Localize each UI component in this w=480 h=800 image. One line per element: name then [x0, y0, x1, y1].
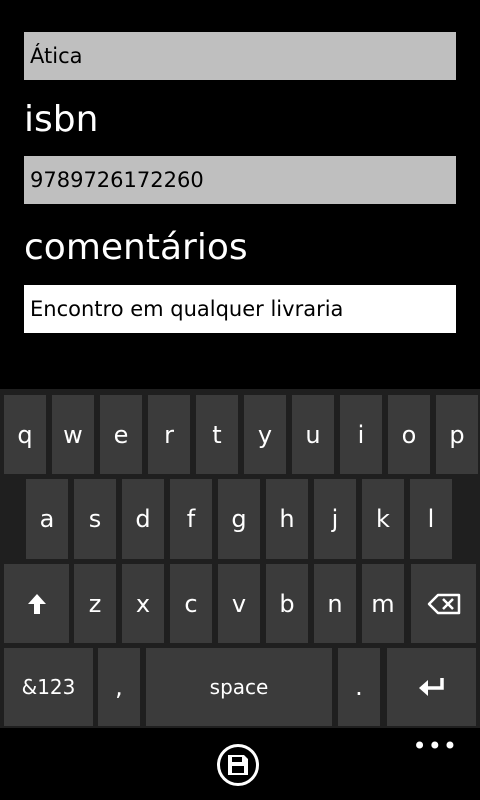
key-z[interactable]: z [74, 564, 116, 643]
key-l[interactable]: l [410, 479, 452, 559]
space-key[interactable]: space [146, 648, 332, 726]
save-disk-icon [228, 755, 248, 775]
comma-key[interactable]: , [98, 648, 140, 726]
key-i[interactable]: i [340, 395, 382, 474]
key-p[interactable]: p [436, 395, 478, 474]
key-r[interactable]: r [148, 395, 190, 474]
publisher-field[interactable]: Ática [24, 32, 456, 80]
key-e[interactable]: e [100, 395, 142, 474]
enter-key[interactable] [387, 648, 476, 726]
application-bar: ••• [0, 728, 480, 800]
key-y[interactable]: y [244, 395, 286, 474]
screen: Ática isbn 9789726172260 comentários Enc… [0, 0, 480, 800]
save-button[interactable] [217, 744, 259, 786]
key-h[interactable]: h [266, 479, 308, 559]
key-v[interactable]: v [218, 564, 260, 643]
backspace-key[interactable] [411, 564, 476, 643]
on-screen-keyboard: q w e r t y u i o p a s d f g h j k l z … [0, 389, 480, 728]
key-f[interactable]: f [170, 479, 212, 559]
symbols-key[interactable]: &123 [4, 648, 93, 726]
key-o[interactable]: o [388, 395, 430, 474]
enter-icon [418, 678, 444, 696]
key-u[interactable]: u [292, 395, 334, 474]
backspace-icon [427, 593, 460, 614]
shift-icon [27, 593, 46, 614]
key-x[interactable]: x [122, 564, 164, 643]
key-t[interactable]: t [196, 395, 238, 474]
isbn-label: isbn [24, 99, 99, 140]
key-j[interactable]: j [314, 479, 356, 559]
comments-label: comentários [24, 227, 248, 268]
more-options-icon[interactable]: ••• [413, 734, 458, 758]
key-b[interactable]: b [266, 564, 308, 643]
key-s[interactable]: s [74, 479, 116, 559]
key-a[interactable]: a [26, 479, 68, 559]
key-k[interactable]: k [362, 479, 404, 559]
key-g[interactable]: g [218, 479, 260, 559]
key-w[interactable]: w [52, 395, 94, 474]
key-d[interactable]: d [122, 479, 164, 559]
key-q[interactable]: q [4, 395, 46, 474]
period-key[interactable]: . [338, 648, 380, 726]
key-m[interactable]: m [362, 564, 404, 643]
shift-key[interactable] [4, 564, 69, 643]
comments-field[interactable]: Encontro em qualquer livraria [24, 285, 456, 333]
isbn-field[interactable]: 9789726172260 [24, 156, 456, 204]
key-n[interactable]: n [314, 564, 356, 643]
key-c[interactable]: c [170, 564, 212, 643]
